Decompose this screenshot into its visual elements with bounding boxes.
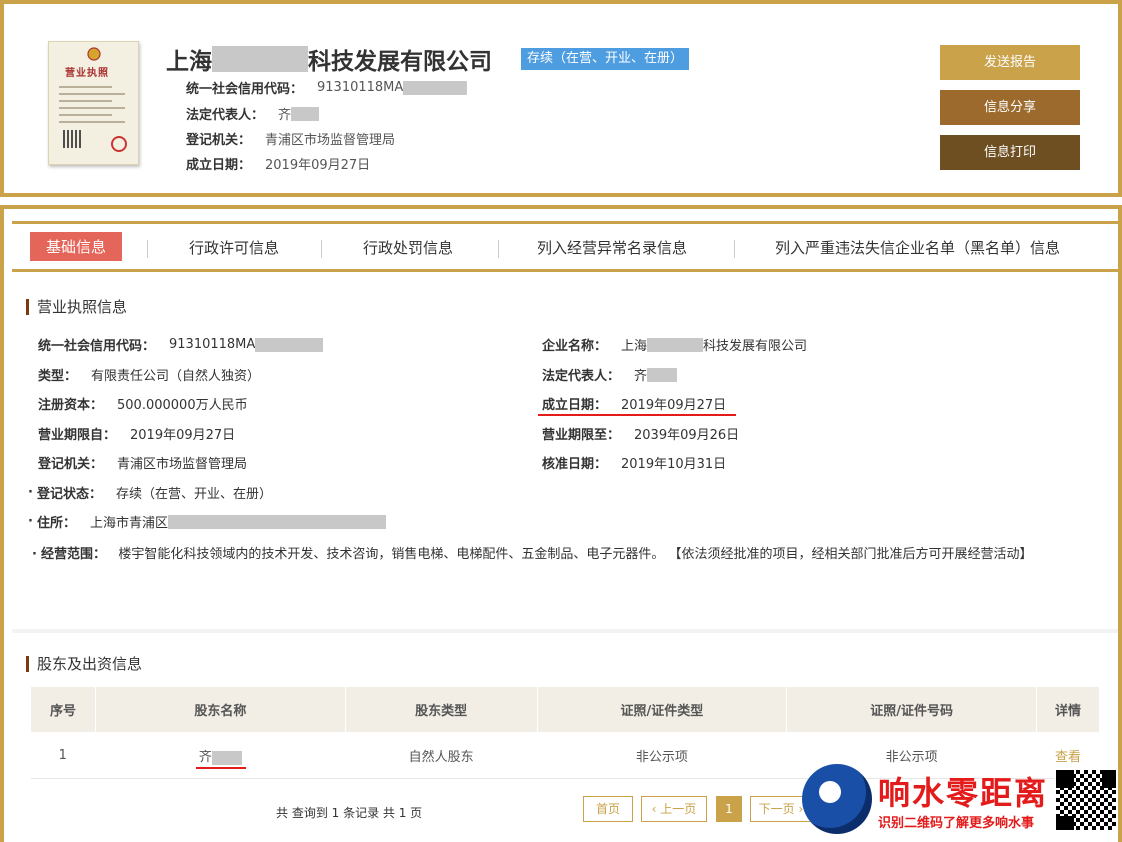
field-type: 类型： 有限责任公司（自然人独资） <box>38 369 261 384</box>
redacted-mask <box>647 367 678 382</box>
founded-line: 成立日期： 2019年09月27日 <box>186 158 371 173</box>
field-capital: 注册资本： 500.000000万人民币 <box>38 398 248 413</box>
cell-index: 1 <box>30 732 96 779</box>
section-divider <box>12 629 1118 633</box>
tab-divider <box>147 240 148 258</box>
field-approved: 核准日期： 2019年10月31日 <box>542 457 727 472</box>
tab-blacklist[interactable]: 列入严重违法失信企业名单（黑名单）信息 <box>775 237 1060 258</box>
field-term-from: 营业期限自： 2019年09月27日 <box>38 428 236 443</box>
status-badge: 存续（在营、开业、在册） <box>521 48 690 70</box>
license-qr-icon <box>63 130 81 148</box>
share-info-button[interactable]: 信息分享 <box>940 90 1080 125</box>
send-report-button[interactable]: 发送报告 <box>940 45 1080 80</box>
company-name: 上海 科技发展有限公司 <box>166 42 492 76</box>
field-company-name: 企业名称： 上海 科技发展有限公司 <box>542 337 808 354</box>
qr-code-icon <box>1054 768 1118 832</box>
authority-line: 登记机关： 青浦区市场监督管理局 <box>186 133 396 148</box>
tab-bar: 基础信息 行政许可信息 行政处罚信息 列入经营异常名录信息 列入严重违法失信企业… <box>12 221 1118 272</box>
col-cert-type: 证照/证件类型 <box>536 686 788 733</box>
field-reg-status: · 登记状态： 存续（在营、开业、在册） <box>28 485 272 502</box>
field-term-to: 营业期限至： 2039年09月26日 <box>542 428 740 443</box>
field-business-scope: · 经营范围： 楼宇智能化科技领域内的技术开发、技术咨询，销售电梯、电梯配件、五金… <box>32 547 1033 562</box>
tab-divider <box>321 240 322 258</box>
col-cert-no: 证照/证件号码 <box>786 686 1038 733</box>
cell-name: 齐 <box>95 732 346 779</box>
field-authority: 登记机关： 青浦区市场监督管理局 <box>38 457 248 472</box>
first-page-button[interactable]: 首页 <box>583 796 633 822</box>
business-license-image[interactable]: 营业执照 <box>48 41 139 165</box>
table-header-row: 序号 股东名称 股东类型 证照/证件类型 证照/证件号码 详情 <box>30 686 1100 733</box>
cell-cert-type: 非公示项 <box>537 732 788 779</box>
redacted-mask <box>167 514 386 529</box>
field-legal-rep: 法定代表人： 齐 <box>542 365 678 384</box>
tab-divider <box>498 240 499 258</box>
col-index: 序号 <box>30 686 96 733</box>
highlight-underline <box>538 414 736 416</box>
field-credit-code: 统一社会信用代码： 91310118MA <box>38 335 324 354</box>
watermark-overlay: 响水零距离 识别二维码了解更多响水事 <box>802 760 1120 840</box>
watermark-subtitle: 识别二维码了解更多响水事 <box>878 816 1035 831</box>
watermark-logo-icon <box>802 764 872 834</box>
watermark-title: 响水零距离 <box>878 774 1049 812</box>
prev-page-button[interactable]: ‹ 上一页 <box>641 796 707 822</box>
redacted-mask <box>403 80 468 95</box>
license-text-lines <box>59 86 125 128</box>
col-type: 股东类型 <box>344 686 538 733</box>
official-seal-icon <box>111 136 127 152</box>
company-detail-panel: 基础信息 行政许可信息 行政处罚信息 列入经营异常名录信息 列入严重违法失信企业… <box>0 205 1122 842</box>
field-founded: 成立日期： 2019年09月27日 <box>542 398 727 413</box>
col-name: 股东名称 <box>94 686 346 733</box>
license-title: 营业执照 <box>65 68 109 79</box>
redacted-mask <box>647 337 704 352</box>
pager-summary: 共 查询到 1 条记录 共 1 页 <box>276 806 423 820</box>
company-header-panel: 营业执照 上海 科技发展有限公司 存续（在营、开业、在册） 统一社会信用代码： … <box>0 0 1122 197</box>
tab-divider <box>734 240 735 258</box>
national-emblem-icon <box>87 47 101 61</box>
shareholder-section-title: 股东及出资信息 <box>26 656 142 672</box>
tab-basic-info[interactable]: 基础信息 <box>30 232 123 261</box>
redacted-mask <box>255 337 324 352</box>
redacted-mask <box>211 750 242 765</box>
tab-admin-penalty[interactable]: 行政处罚信息 <box>363 237 453 258</box>
field-address: · 住所： 上海市青浦区 <box>28 512 386 531</box>
col-detail: 详情 <box>1036 686 1100 733</box>
redacted-mask <box>212 46 308 72</box>
print-info-button[interactable]: 信息打印 <box>940 135 1080 170</box>
legal-rep-line: 法定代表人： 齐 <box>186 104 320 123</box>
license-section-title: 营业执照信息 <box>26 299 127 315</box>
tab-abnormal-list[interactable]: 列入经营异常名录信息 <box>537 237 687 258</box>
chevron-left-icon: ‹ <box>651 802 661 816</box>
redacted-mask <box>291 106 320 121</box>
current-page-button[interactable]: 1 <box>716 796 742 822</box>
credit-code-line: 统一社会信用代码： 91310118MA <box>186 78 468 97</box>
cell-type: 自然人股东 <box>345 732 538 779</box>
highlight-underline <box>195 767 246 769</box>
tab-admin-license[interactable]: 行政许可信息 <box>189 237 279 258</box>
